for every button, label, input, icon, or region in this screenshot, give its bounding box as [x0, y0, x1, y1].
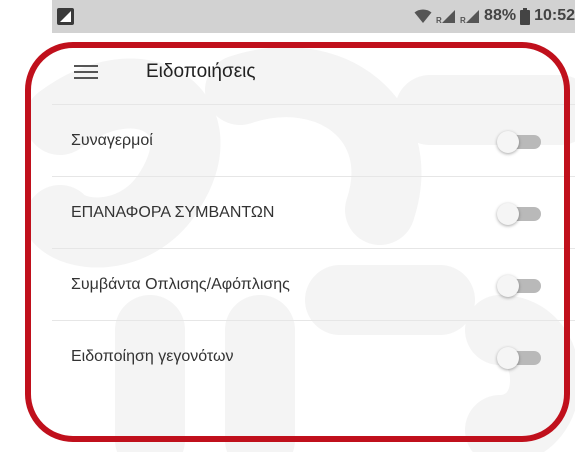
- signal-icon: R: [436, 10, 456, 24]
- signal-icon: R: [460, 10, 480, 24]
- highlight-frame: [25, 42, 570, 442]
- clock-time: 10:52: [534, 7, 575, 24]
- image-icon: [57, 8, 74, 25]
- status-indicators: R R 88% 10:52: [414, 6, 575, 26]
- wifi-icon: [414, 9, 432, 23]
- battery-percent: 88%: [484, 7, 517, 24]
- svg-text:R: R: [460, 16, 466, 24]
- battery-icon: [520, 7, 531, 25]
- screen: R R 88% 10:52 Ειδοποιήσεις Συναγερμοί ΕΠ…: [0, 0, 575, 452]
- svg-text:R: R: [436, 16, 442, 24]
- status-bar: R R 88% 10:52: [52, 0, 575, 33]
